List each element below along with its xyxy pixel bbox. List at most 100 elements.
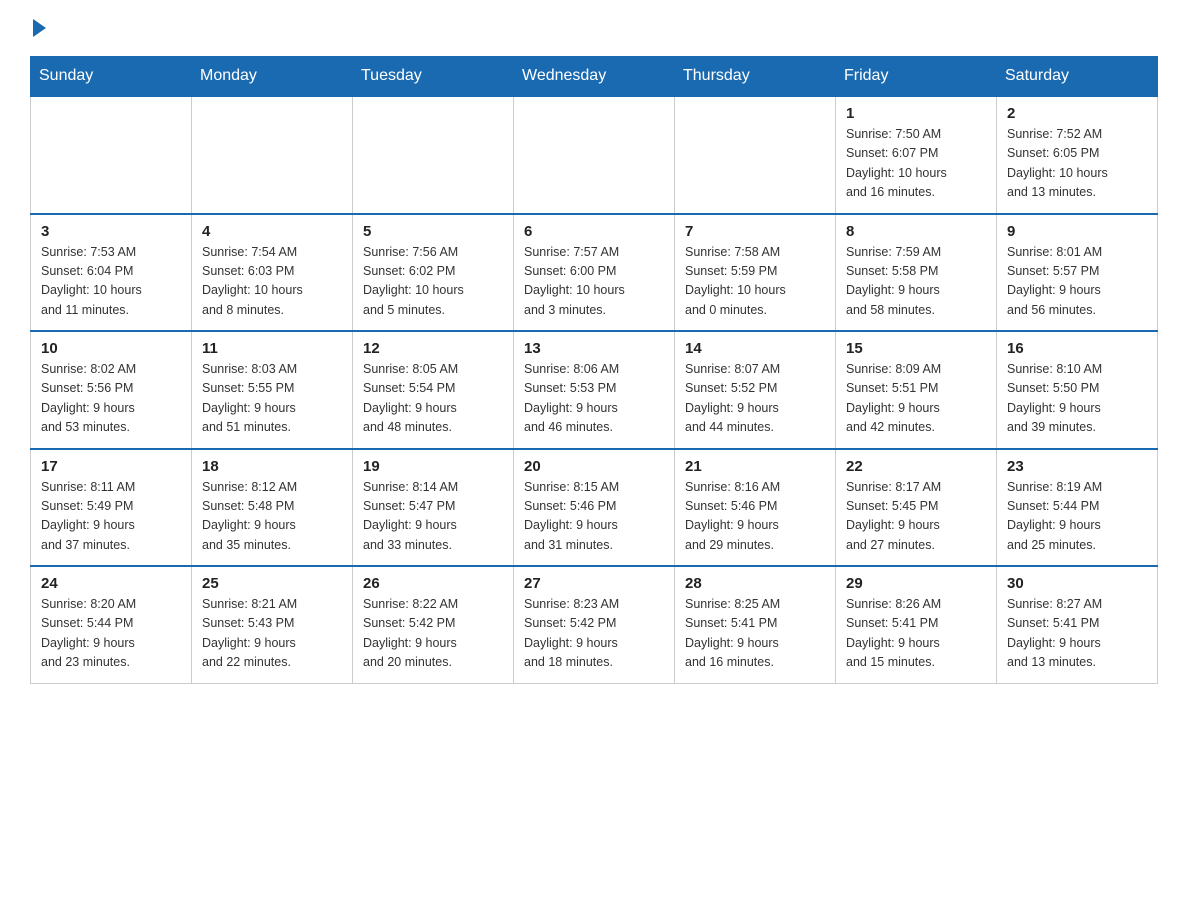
table-row: 25 Sunrise: 8:21 AMSunset: 5:43 PMDayligh… [192,566,353,683]
table-row: 13 Sunrise: 8:06 AMSunset: 5:53 PMDayligh… [514,331,675,449]
day-info: Sunrise: 7:54 AMSunset: 6:03 PMDaylight:… [202,243,342,321]
day-info: Sunrise: 7:52 AMSunset: 6:05 PMDaylight:… [1007,125,1147,203]
table-row: 17 Sunrise: 8:11 AMSunset: 5:49 PMDayligh… [31,449,192,567]
day-info: Sunrise: 8:19 AMSunset: 5:44 PMDaylight:… [1007,478,1147,556]
day-number: 26 [363,575,503,592]
day-info: Sunrise: 7:57 AMSunset: 6:00 PMDaylight:… [524,243,664,321]
table-row: 12Sunrise: 8:05 AMSunset: 5:54 PMDayligh… [353,331,514,449]
table-row: 4 Sunrise: 7:54 AMSunset: 6:03 PMDaylight… [192,214,353,332]
table-row: 14 Sunrise: 8:07 AMSunset: 5:52 PMDayligh… [675,331,836,449]
table-row: 30 Sunrise: 8:27 AMSunset: 5:41 PMDayligh… [997,566,1158,683]
day-number: 19 [363,458,503,475]
logo [30,20,46,38]
day-number: 28 [685,575,825,592]
table-row: 21Sunrise: 8:16 AMSunset: 5:46 PMDayligh… [675,449,836,567]
table-row: 16 Sunrise: 8:10 AMSunset: 5:50 PMDayligh… [997,331,1158,449]
table-row: 7Sunrise: 7:58 AMSunset: 5:59 PMDaylight… [675,214,836,332]
calendar-week-row: 3 Sunrise: 7:53 AMSunset: 6:04 PMDaylight… [31,214,1158,332]
col-thursday: Thursday [675,57,836,97]
table-row [353,96,514,214]
day-number: 3 [41,223,181,240]
calendar-week-row: 17 Sunrise: 8:11 AMSunset: 5:49 PMDayligh… [31,449,1158,567]
table-row [514,96,675,214]
day-info: Sunrise: 8:03 AMSunset: 5:55 PMDaylight:… [202,360,342,438]
day-number: 4 [202,223,342,240]
table-row: 19 Sunrise: 8:14 AMSunset: 5:47 PMDayligh… [353,449,514,567]
day-number: 14 [685,340,825,357]
day-number: 15 [846,340,986,357]
day-number: 10 [41,340,181,357]
day-number: 21 [685,458,825,475]
calendar-table: Sunday Monday Tuesday Wednesday Thursday… [30,56,1158,684]
day-number: 11 [202,340,342,357]
table-row: 15 Sunrise: 8:09 AMSunset: 5:51 PMDayligh… [836,331,997,449]
table-row: 29Sunrise: 8:26 AMSunset: 5:41 PMDayligh… [836,566,997,683]
table-row: 8Sunrise: 7:59 AMSunset: 5:58 PMDaylight… [836,214,997,332]
day-number: 25 [202,575,342,592]
table-row [192,96,353,214]
day-number: 5 [363,223,503,240]
table-row: 9Sunrise: 8:01 AMSunset: 5:57 PMDaylight… [997,214,1158,332]
table-row: 3 Sunrise: 7:53 AMSunset: 6:04 PMDaylight… [31,214,192,332]
calendar-week-row: 1 Sunrise: 7:50 AMSunset: 6:07 PMDaylight… [31,96,1158,214]
table-row: 20 Sunrise: 8:15 AMSunset: 5:46 PMDayligh… [514,449,675,567]
calendar-week-row: 24 Sunrise: 8:20 AMSunset: 5:44 PMDayligh… [31,566,1158,683]
day-number: 27 [524,575,664,592]
day-number: 1 [846,105,986,122]
day-info: Sunrise: 8:23 AMSunset: 5:42 PMDaylight:… [524,595,664,673]
table-row: 22 Sunrise: 8:17 AMSunset: 5:45 PMDayligh… [836,449,997,567]
logo-line1 [30,20,46,38]
day-info: Sunrise: 8:21 AMSunset: 5:43 PMDaylight:… [202,595,342,673]
table-row: 23 Sunrise: 8:19 AMSunset: 5:44 PMDayligh… [997,449,1158,567]
table-row: 11 Sunrise: 8:03 AMSunset: 5:55 PMDayligh… [192,331,353,449]
day-info: Sunrise: 8:02 AMSunset: 5:56 PMDaylight:… [41,360,181,438]
col-saturday: Saturday [997,57,1158,97]
day-info: Sunrise: 8:09 AMSunset: 5:51 PMDaylight:… [846,360,986,438]
col-tuesday: Tuesday [353,57,514,97]
day-info: Sunrise: 8:01 AMSunset: 5:57 PMDaylight:… [1007,243,1147,321]
day-info: Sunrise: 8:15 AMSunset: 5:46 PMDaylight:… [524,478,664,556]
table-row: 28 Sunrise: 8:25 AMSunset: 5:41 PMDayligh… [675,566,836,683]
day-number: 16 [1007,340,1147,357]
table-row: 27 Sunrise: 8:23 AMSunset: 5:42 PMDayligh… [514,566,675,683]
day-info: Sunrise: 8:17 AMSunset: 5:45 PMDaylight:… [846,478,986,556]
day-info: Sunrise: 7:56 AMSunset: 6:02 PMDaylight:… [363,243,503,321]
day-info: Sunrise: 8:14 AMSunset: 5:47 PMDaylight:… [363,478,503,556]
day-number: 13 [524,340,664,357]
day-info: Sunrise: 8:20 AMSunset: 5:44 PMDaylight:… [41,595,181,673]
table-row: 5 Sunrise: 7:56 AMSunset: 6:02 PMDaylight… [353,214,514,332]
day-info: Sunrise: 8:27 AMSunset: 5:41 PMDaylight:… [1007,595,1147,673]
day-number: 20 [524,458,664,475]
day-info: Sunrise: 8:06 AMSunset: 5:53 PMDaylight:… [524,360,664,438]
day-number: 23 [1007,458,1147,475]
day-info: Sunrise: 7:50 AMSunset: 6:07 PMDaylight:… [846,125,986,203]
day-number: 6 [524,223,664,240]
day-number: 2 [1007,105,1147,122]
page-header [30,20,1158,38]
day-info: Sunrise: 8:25 AMSunset: 5:41 PMDaylight:… [685,595,825,673]
day-number: 24 [41,575,181,592]
table-row [675,96,836,214]
col-friday: Friday [836,57,997,97]
table-row: 10 Sunrise: 8:02 AMSunset: 5:56 PMDayligh… [31,331,192,449]
day-info: Sunrise: 8:11 AMSunset: 5:49 PMDaylight:… [41,478,181,556]
day-info: Sunrise: 8:10 AMSunset: 5:50 PMDaylight:… [1007,360,1147,438]
table-row: 26 Sunrise: 8:22 AMSunset: 5:42 PMDayligh… [353,566,514,683]
table-row: 1 Sunrise: 7:50 AMSunset: 6:07 PMDaylight… [836,96,997,214]
day-info: Sunrise: 8:07 AMSunset: 5:52 PMDaylight:… [685,360,825,438]
day-info: Sunrise: 8:12 AMSunset: 5:48 PMDaylight:… [202,478,342,556]
table-row: 2 Sunrise: 7:52 AMSunset: 6:05 PMDaylight… [997,96,1158,214]
day-info: Sunrise: 7:53 AMSunset: 6:04 PMDaylight:… [41,243,181,321]
day-info: Sunrise: 7:58 AMSunset: 5:59 PMDaylight:… [685,243,825,321]
day-info: Sunrise: 7:59 AMSunset: 5:58 PMDaylight:… [846,243,986,321]
day-number: 30 [1007,575,1147,592]
day-number: 29 [846,575,986,592]
day-number: 22 [846,458,986,475]
day-number: 18 [202,458,342,475]
day-number: 17 [41,458,181,475]
logo-arrow-icon [33,19,46,37]
calendar-week-row: 10 Sunrise: 8:02 AMSunset: 5:56 PMDayligh… [31,331,1158,449]
day-info: Sunrise: 8:05 AMSunset: 5:54 PMDaylight:… [363,360,503,438]
day-info: Sunrise: 8:22 AMSunset: 5:42 PMDaylight:… [363,595,503,673]
table-row: 6 Sunrise: 7:57 AMSunset: 6:00 PMDaylight… [514,214,675,332]
